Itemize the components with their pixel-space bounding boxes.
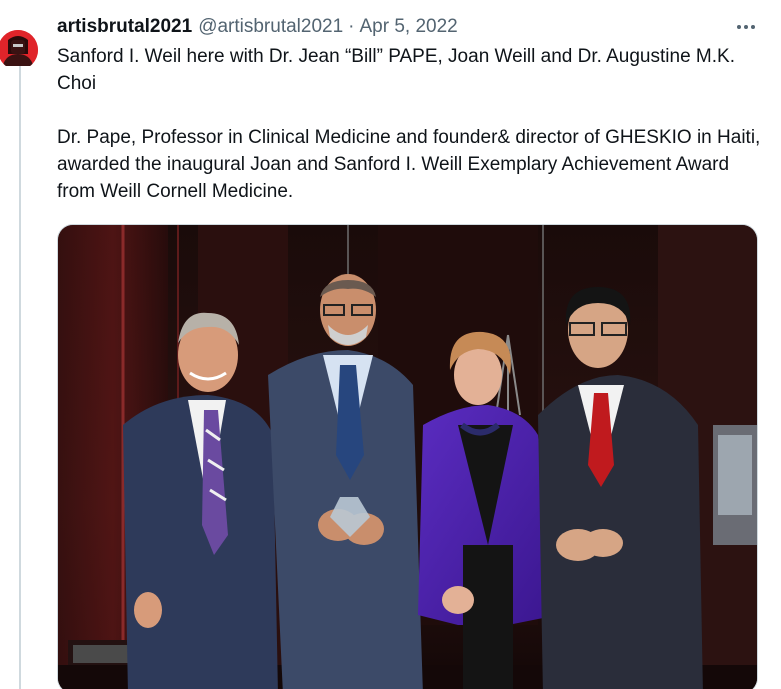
avatar[interactable]: [0, 10, 40, 66]
header-separator: ·: [348, 16, 355, 37]
more-horizontal-icon[interactable]: [731, 14, 761, 40]
thread-connector-line: [19, 66, 21, 689]
tweet-paragraph-2: Dr. Pape, Professor in Clinical Medicine…: [57, 127, 771, 202]
author-display-name[interactable]: artisbrutal2021: [57, 16, 192, 38]
tweet-photo[interactable]: [57, 224, 758, 689]
tweet-date[interactable]: Apr 5, 2022: [360, 16, 458, 38]
tweet-text: Sanford I. Weil here with Dr. Jean “Bill…: [57, 43, 767, 205]
tweet-paragraph-1: Sanford I. Weil here with Dr. Jean “Bill…: [57, 46, 741, 94]
tweet-header: artisbrutal2021 @artisbrutal2021 · Apr 5…: [57, 14, 761, 40]
author-handle[interactable]: @artisbrutal2021: [198, 16, 343, 38]
